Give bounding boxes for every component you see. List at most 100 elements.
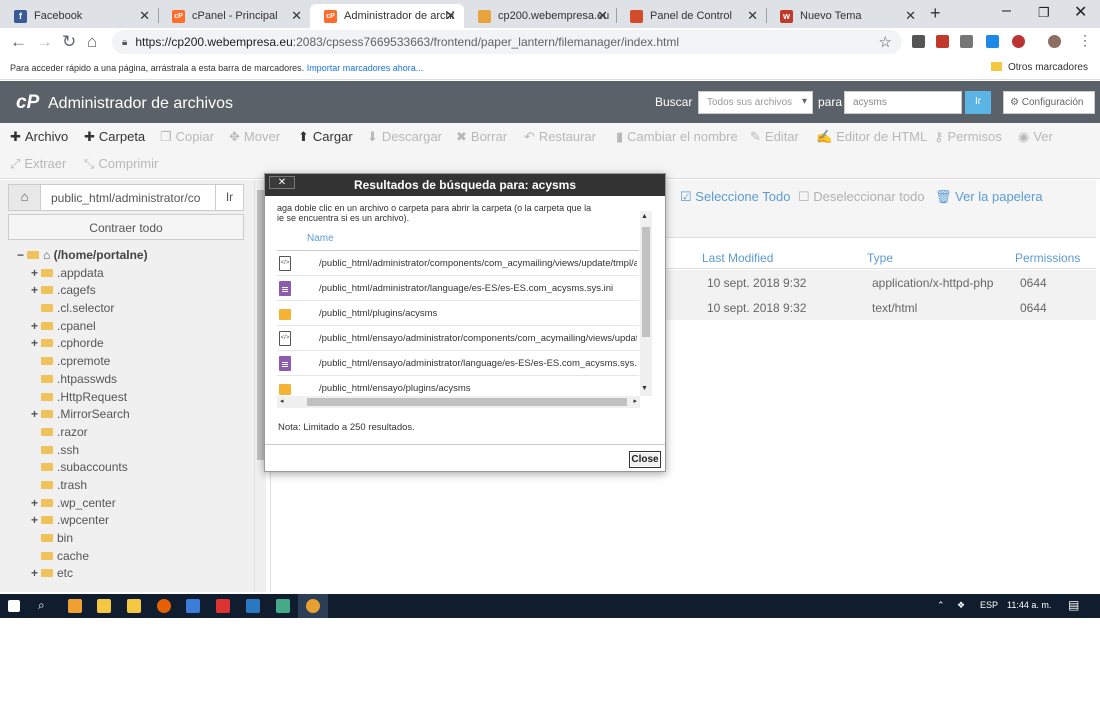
address-bar[interactable]: 🔒︎ https://cp200.webempresa.eu:2083/cpse… [112, 30, 902, 54]
close-tab-icon[interactable]: ✕ [445, 8, 456, 24]
col-type[interactable]: Type [867, 251, 893, 265]
firefox-icon[interactable] [157, 599, 171, 613]
tree-item[interactable]: + .wp_center [31, 496, 116, 513]
edit-button[interactable]: ✎ Editar [750, 129, 799, 145]
scrollbar-thumb[interactable] [307, 398, 627, 406]
col-permissions[interactable]: Permissions [1015, 251, 1080, 265]
new-file-button[interactable]: ✚ Archivo [10, 129, 68, 145]
plus-icon[interactable]: + [31, 319, 41, 333]
tree-item[interactable]: + etc [31, 566, 73, 583]
tree-item[interactable]: + .wpcenter [31, 513, 109, 530]
result-row[interactable]: /public_html/administrator/language/es-E… [277, 276, 639, 301]
app-icon[interactable] [276, 599, 290, 613]
tab-file-manager[interactable]: cP Administrador de archi ✕ [310, 4, 464, 28]
tree-item[interactable]: + .appdata [31, 266, 104, 283]
app-icon[interactable] [68, 599, 82, 613]
new-folder-button[interactable]: ✚ Carpeta [84, 129, 145, 145]
scroll-up-icon[interactable]: ▲ [641, 213, 648, 220]
back-button[interactable]: ← [10, 32, 27, 52]
col-name[interactable]: Name [307, 233, 334, 244]
plus-icon[interactable]: + [31, 336, 41, 350]
search-input[interactable]: acysms [844, 91, 962, 114]
extract-button[interactable]: ⤢ Extraer [10, 156, 66, 172]
clock[interactable]: 11:44 a. m. [1007, 600, 1051, 610]
results-horizontal-scrollbar[interactable]: ◂ ▸ [277, 396, 640, 408]
result-row[interactable]: </> /public_html/administrator/components… [277, 251, 639, 276]
tab-nuevo-tema[interactable]: w Nuevo Tema ✕ [766, 4, 924, 28]
upload-button[interactable]: ⬆ Cargar [298, 129, 353, 145]
menu-kebab-icon[interactable]: ⋮ [1078, 32, 1092, 49]
windows-start-icon[interactable] [8, 600, 20, 612]
chrome-icon[interactable] [306, 599, 320, 613]
search-go-button[interactable]: Ir [965, 91, 991, 114]
tree-item[interactable]: .HttpRequest [41, 390, 127, 407]
close-window-button[interactable]: ✕ [1074, 2, 1087, 22]
language-indicator[interactable]: ESP [980, 600, 998, 610]
tree-item[interactable]: .cl.selector [41, 301, 114, 318]
plus-icon[interactable]: + [31, 283, 41, 297]
plus-icon[interactable]: + [31, 407, 41, 421]
minus-icon[interactable]: − [17, 248, 27, 262]
app-icon[interactable] [216, 599, 230, 613]
move-button[interactable]: ✥ Mover [229, 129, 280, 145]
select-all-button[interactable]: ☑ Seleccione Todo [680, 189, 790, 205]
tree-root[interactable]: − ⌂ (/home/portalne) [17, 248, 148, 265]
plus-icon[interactable]: + [31, 513, 41, 527]
restore-button[interactable]: ❐ [1038, 5, 1050, 21]
tree-item[interactable]: bin [41, 531, 73, 548]
minimize-button[interactable]: – [1002, 2, 1011, 20]
extension-icon[interactable] [986, 35, 999, 48]
result-row[interactable]: /public_html/ensayo/administrator/langua… [277, 351, 639, 376]
tree-item[interactable]: + .cagefs [31, 283, 96, 300]
tree-item[interactable]: .trash [41, 478, 87, 495]
settings-button[interactable]: ⚙ Configuración [1003, 91, 1095, 114]
app-icon[interactable] [186, 599, 200, 613]
tab-facebook[interactable]: f Facebook ✕ [0, 4, 158, 28]
download-button[interactable]: ⬇ Descargar [367, 129, 442, 145]
html-editor-button[interactable]: ✍ Editor de HTML [816, 129, 927, 145]
close-tab-icon[interactable]: ✕ [291, 8, 302, 24]
tree-item[interactable]: .subaccounts [41, 460, 128, 477]
cpanel-logo[interactable]: cP [16, 92, 39, 114]
close-button[interactable]: Close [629, 451, 661, 468]
copy-button[interactable]: ❐ Copiar [160, 129, 214, 145]
scroll-right-icon[interactable]: ▸ [633, 397, 637, 405]
profile-avatar[interactable] [1048, 35, 1061, 48]
file-explorer-icon[interactable] [127, 599, 141, 613]
view-button[interactable]: ◉ Ver [1018, 129, 1053, 145]
result-row[interactable]: </> /public_html/ensayo/administrator/com… [277, 326, 639, 351]
scroll-down-icon[interactable]: ▼ [641, 385, 648, 392]
delete-button[interactable]: ✖ Borrar [456, 129, 507, 145]
scroll-left-icon[interactable]: ◂ [280, 397, 284, 405]
import-bookmarks-link[interactable]: Importar marcadores ahora... [307, 63, 424, 73]
tree-item[interactable]: + .cphorde [31, 336, 104, 353]
result-row[interactable]: /public_html/plugins/acysms [277, 301, 639, 326]
col-last-modified[interactable]: Last Modified [702, 251, 773, 265]
result-row[interactable]: /public_html/ensayo/plugins/acysms [277, 376, 639, 397]
deselect-all-button[interactable]: ☐ Deseleccionar todo [798, 189, 925, 205]
reload-button[interactable]: ↻ [62, 32, 76, 52]
tree-item[interactable]: cache [41, 549, 89, 566]
extension-icon[interactable] [960, 35, 973, 48]
compress-button[interactable]: ⤡ Comprimir [84, 156, 158, 172]
tab-cpanel-principal[interactable]: cP cPanel - Principal ✕ [158, 4, 310, 28]
dialog-close-icon[interactable]: ✕ [269, 176, 295, 189]
extension-icon[interactable] [936, 35, 949, 48]
bookmark-star-icon[interactable]: ☆ [879, 33, 892, 51]
plus-icon[interactable]: + [31, 266, 41, 280]
forward-button[interactable]: → [36, 32, 53, 52]
tab-panel-de-control[interactable]: Panel de Control ✕ [616, 4, 766, 28]
app-icon[interactable] [246, 599, 260, 613]
tree-item[interactable]: + .MirrorSearch [31, 407, 130, 424]
view-trash-button[interactable]: 🗑︎ Ver la papelera [935, 189, 1043, 205]
store-icon[interactable] [97, 599, 111, 613]
tree-item[interactable]: .htpasswds [41, 372, 117, 389]
extension-icon[interactable] [912, 35, 925, 48]
search-scope-select[interactable]: Todos sus archivos [698, 91, 813, 114]
tree-item[interactable]: + .cpanel [31, 319, 96, 336]
new-tab-button[interactable]: + [930, 3, 941, 24]
close-tab-icon[interactable]: ✕ [139, 8, 150, 24]
extension-icon[interactable] [1012, 35, 1025, 48]
home-button[interactable]: ⌂ [87, 32, 97, 52]
tab-webempresa[interactable]: cp200.webempresa.eu ✕ [464, 4, 616, 28]
